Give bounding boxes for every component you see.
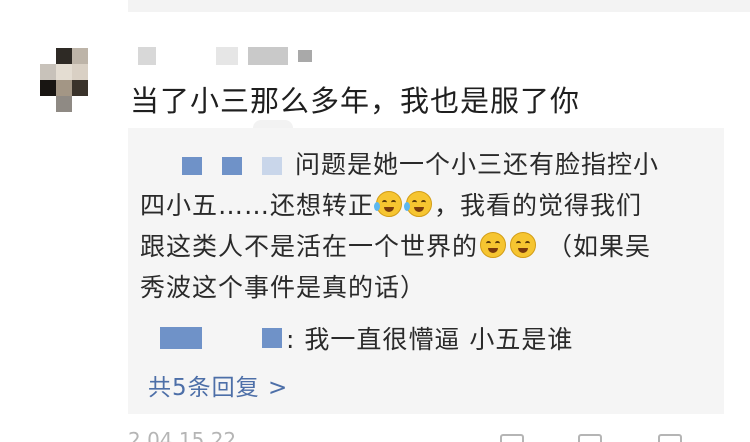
view-more-replies-link[interactable]: 共5条回复 > [148, 368, 288, 402]
grinning-squinting-face-icon [480, 232, 507, 258]
share-icon[interactable] [500, 434, 524, 442]
reply-text: : 我一直很懵逼 小五是谁 [286, 325, 574, 354]
weibo-comment-screenshot: 当了小三那么多年，我也是服了你 问题是她一个小三还有脸指控小 四小五……还想转正… [0, 0, 750, 442]
replies-box: 问题是她一个小三还有脸指控小 四小五……还想转正 ，我看的觉得我们 跟这类人不是活… [128, 120, 724, 414]
avatar[interactable] [40, 48, 104, 112]
reply-line: 四小五……还想转正 ，我看的觉得我们 [140, 185, 700, 226]
reply-box-notch [253, 120, 293, 128]
reply-line: 秀波这个事件是真的话） [140, 267, 700, 308]
replier-name-masked[interactable] [160, 327, 202, 349]
reply-text-line: ，我看的觉得我们 [434, 191, 643, 220]
reply-text-line: 四小五……还想转正 [140, 191, 375, 220]
face-with-tears-of-joy-icon [374, 191, 403, 217]
reply-line: 跟这类人不是活在一个世界的 （如果吴 [140, 226, 700, 267]
timestamp: 2 04 15 22 [128, 428, 237, 442]
face-with-tears-of-joy-icon [404, 191, 433, 217]
reply-line: 问题是她一个小三还有脸指控小 [140, 144, 700, 185]
mask-block [298, 50, 312, 62]
reply-text-line: 跟这类人不是活在一个世界的 [140, 232, 479, 261]
reply-text-line: 问题是她一个小三还有脸指控小 [295, 150, 660, 179]
thumbs-up-icon[interactable] [658, 434, 682, 442]
replier-name-masked[interactable] [140, 151, 295, 181]
mask-block [216, 47, 238, 65]
reply-text-line: （如果吴 [546, 232, 651, 261]
reply-text-line: 秀波这个事件是真的话） [140, 273, 427, 302]
mask-block [248, 47, 288, 65]
previous-comment-divider [128, 0, 750, 12]
username-masked[interactable] [138, 44, 312, 68]
comment-footer: 2 04 15 22 [128, 428, 750, 442]
comment-text: 当了小三那么多年，我也是服了你 [130, 84, 581, 118]
replier-name-masked [262, 328, 282, 348]
comment-icon[interactable] [578, 434, 602, 442]
mask-block [138, 47, 156, 65]
grinning-squinting-face-icon [510, 232, 537, 258]
reply-item[interactable]: 问题是她一个小三还有脸指控小 四小五……还想转正 ，我看的觉得我们 跟这类人不是活… [140, 144, 700, 308]
reply-item[interactable]: : 我一直很懵逼 小五是谁 [160, 320, 573, 356]
